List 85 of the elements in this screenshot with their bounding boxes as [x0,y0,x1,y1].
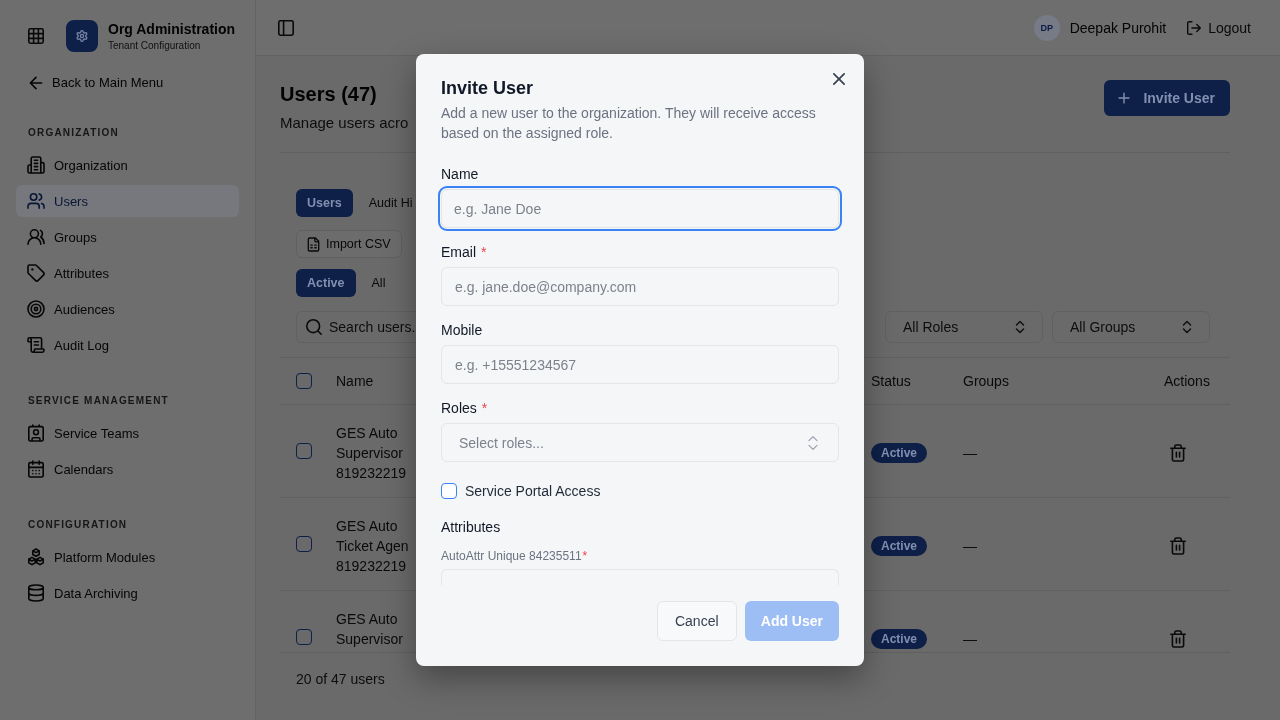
close-icon[interactable] [833,73,845,85]
input-field[interactable]: e.g. Jane Doe [438,186,842,231]
app-title: Org Administration [108,19,236,38]
nav-item[interactable]: Service Teams [16,417,239,449]
tab[interactable]: Audit Hi [368,189,413,217]
plus-icon [1117,91,1132,105]
table-cell-text: GES Auto Ticket Agen 819232219 [336,517,410,576]
chevron-up-down-icon [1180,320,1194,334]
field-label: Roles * [441,399,488,418]
table-cell-text: — [963,630,977,649]
nav-item[interactable]: Calendars [16,453,239,485]
column-header: Groups [963,373,1009,389]
chevron-up-down-icon [805,434,821,451]
app-subtitle: Tenant Configuration [108,38,202,53]
chevron-up-down-icon [1013,320,1027,334]
nav-item[interactable]: Attributes [16,257,239,289]
filter-tab[interactable]: All [371,269,386,297]
logout-button[interactable]: Logout [1187,19,1251,36]
building-icon [28,157,44,173]
calendar-icon [28,461,44,477]
nav-item[interactable]: Groups [16,221,239,253]
people-icon [28,229,44,245]
filter-select[interactable]: All Groups [1052,311,1210,343]
status-badge: Active [871,629,928,649]
tag-icon [28,265,44,281]
dialog-title: Invite User [441,77,534,100]
field-label: Mobile [441,321,483,340]
filter-tab[interactable]: Active [296,269,356,297]
nav-item[interactable]: Organization [16,149,239,181]
back-link[interactable]: Back to Main Menu [16,73,239,93]
contact-card-icon [28,425,44,441]
nav-item[interactable]: Users [16,185,239,217]
checkbox[interactable] [441,483,457,499]
checkbox[interactable] [296,443,312,459]
section-heading: CONFIGURATION [27,518,129,532]
nav-item[interactable]: Audit Log [16,329,239,361]
column-header: Actions [1164,373,1210,389]
dialog-description: Add a new user to the organization. They will receive access based on the assigned role. [441,104,817,143]
table-cell-text: — [963,537,977,556]
table-cell-text: — [963,444,977,463]
field-label: Email * [441,243,487,262]
trash-icon[interactable] [1170,538,1186,554]
trash-icon[interactable] [1170,631,1186,647]
field-label: AutoAttr Unique 84235511* [441,548,588,564]
status-badge: Active [871,536,928,556]
select-field[interactable]: Select roles... [441,423,839,462]
scroll-icon [28,337,44,353]
page-subtitle: Manage users acro [280,113,409,133]
gear-logo-icon [66,20,98,52]
file-icon [307,237,320,251]
user-avatar: DP [1033,14,1060,41]
nav-item[interactable]: Data Archiving [16,577,239,609]
checkbox[interactable] [296,536,312,552]
arrow-left-icon [28,75,44,91]
database-icon [28,585,44,601]
table-cell-text: GES Auto Supervisor [336,610,404,649]
table-cell-text: GES Auto Supervisor 819232219 [336,424,408,483]
column-header: Name [336,373,374,389]
column-header: Status [871,373,911,389]
section-heading: Attributes [441,518,502,537]
cancel-button[interactable]: Cancel [656,601,737,641]
import-csv-button[interactable]: Import CSV [296,230,402,258]
search-icon [306,319,322,335]
trash-icon[interactable] [1170,445,1186,461]
invite-user-button[interactable]: Invite User [1104,80,1230,116]
checkbox[interactable] [296,629,312,645]
field-label: Name [441,165,479,184]
boxes-icon [28,549,44,565]
logout-icon [1187,20,1202,35]
status-badge: Active [871,443,928,463]
users-icon [28,193,44,209]
page-title: Users (47) [280,82,378,107]
user-count: 20 of 47 users [295,670,386,689]
nav-item[interactable]: Platform Modules [16,541,239,573]
user-name: Deepak Purohit [1069,19,1167,36]
target-icon [28,301,44,317]
sidebar-toggle-icon[interactable] [278,19,294,36]
checkbox-label: Service Portal Access [465,482,601,501]
app-grid-icon[interactable] [28,28,44,44]
filter-select[interactable]: All Roles [885,311,1043,343]
section-heading: ORGANIZATION [27,126,120,140]
nav-item[interactable]: Audiences [16,293,239,325]
checkbox[interactable] [296,373,312,389]
tab[interactable]: Users [296,189,353,217]
section-heading: SERVICE MANAGEMENT [27,394,170,408]
